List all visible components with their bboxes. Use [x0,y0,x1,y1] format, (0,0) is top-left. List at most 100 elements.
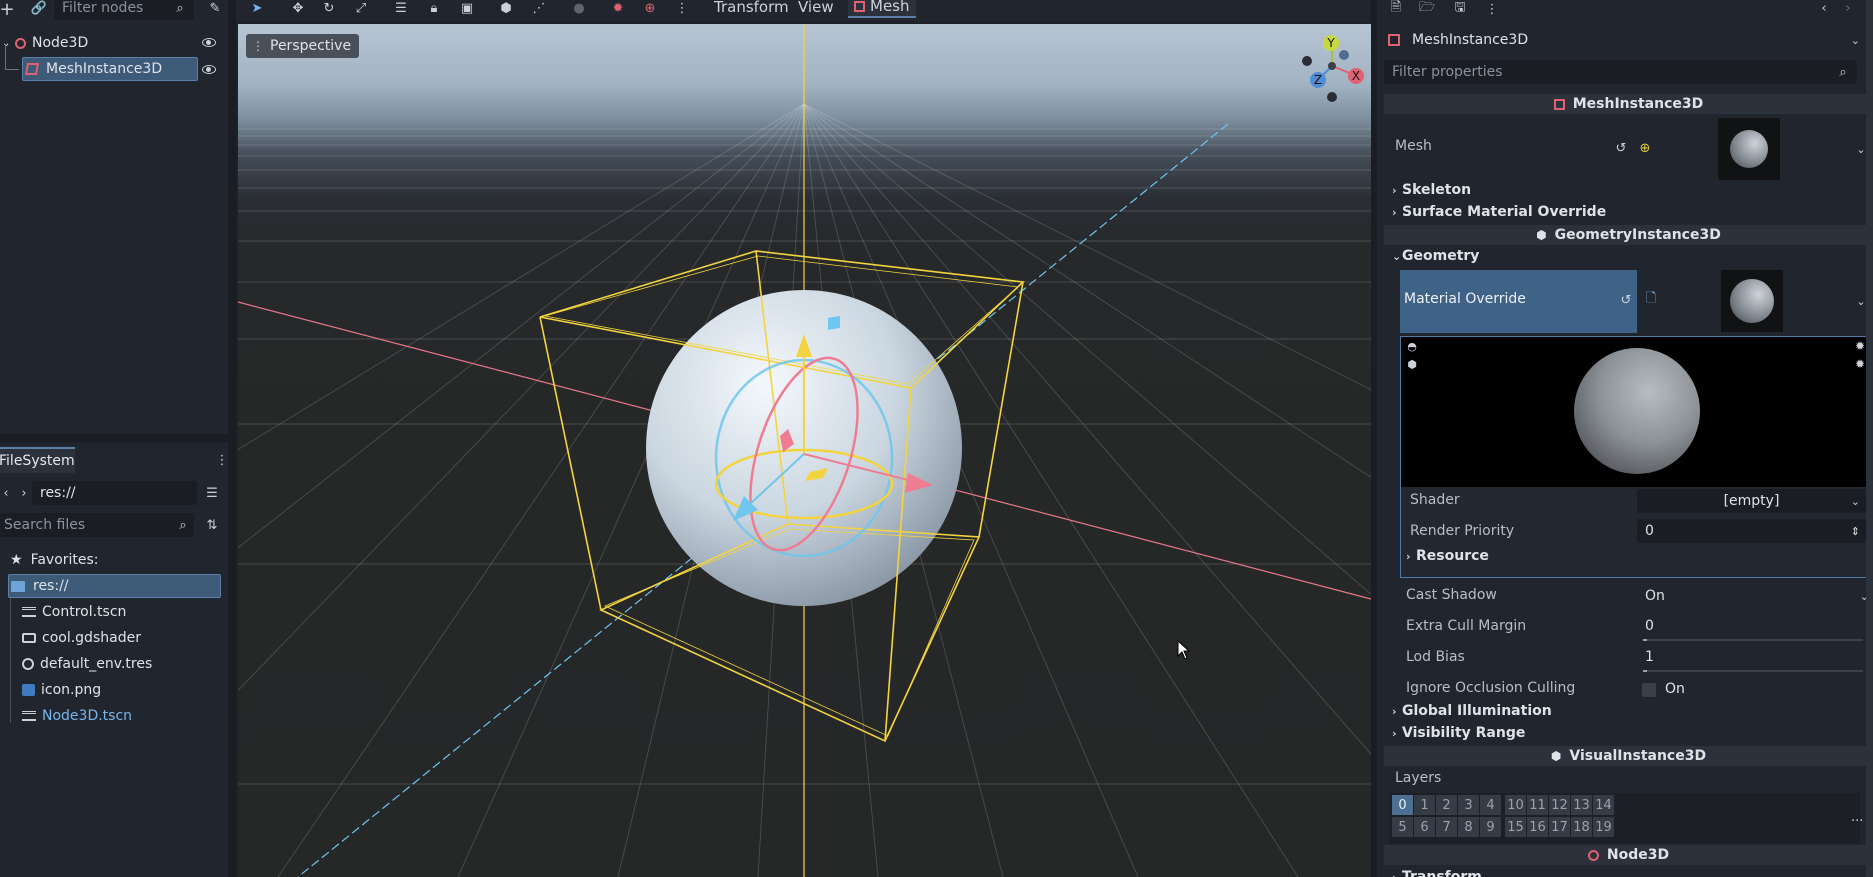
history-back-icon[interactable]: ‹ [1813,0,1835,19]
inspector-scrollbar[interactable] [1866,0,1873,877]
mesh-menu[interactable]: Mesh [848,0,916,18]
save-icon[interactable]: 🖫 [1449,0,1471,20]
transform-menu[interactable]: Transform [714,0,789,16]
axis-gizmo[interactable]: Y X Z [1296,32,1368,108]
layer-cell[interactable]: 15 [1505,817,1526,837]
object-selector[interactable]: MeshInstance3D ⌄ [1384,28,1864,52]
layer-cell[interactable]: 13 [1571,795,1592,815]
layer-cell[interactable]: 0 [1392,795,1413,815]
section-node3d[interactable]: Node3D [1384,845,1873,865]
layer-cell[interactable]: 6 [1414,817,1435,837]
render-priority-spinbox[interactable]: 0 ⇕ [1637,519,1866,543]
group-icon[interactable]: ▣ [458,0,476,16]
resource-file-icon[interactable]: 🗋 [1640,289,1662,311]
more-options-icon[interactable]: ⋮ [1481,0,1503,20]
file-item[interactable]: Node3D.tscn [22,704,132,728]
transform-group[interactable]: ›Transform [1392,869,1482,877]
sun-toggle-icon[interactable]: ✹ [609,0,627,16]
panel-separator[interactable] [1371,0,1377,877]
surface-override-group[interactable]: › Surface Material Override [1392,204,1606,220]
dock-splitter[interactable] [0,434,228,442]
box-shape-icon[interactable]: ⬢ [1405,357,1419,371]
environment-toggle-icon[interactable]: ⊕ [641,0,659,16]
res-root-item[interactable]: res:// [8,574,221,598]
visibility-range-group[interactable]: › Visibility Range [1392,725,1525,741]
scale-tool-icon[interactable]: ⤢ [352,0,370,16]
layer-cell[interactable]: 7 [1436,817,1457,837]
layer-cell[interactable]: 17 [1549,817,1570,837]
visibility-icon[interactable] [202,65,216,74]
layer-cell[interactable]: 16 [1527,817,1548,837]
link-icon[interactable]: 🔗 [28,0,50,19]
layer-cell[interactable]: 8 [1458,817,1479,837]
layer-cell[interactable]: 14 [1593,795,1614,815]
section-visualinstance3d[interactable]: ⬢ VisualInstance3D [1384,746,1873,766]
extra-cull-margin-field[interactable]: 0 [1645,618,1654,634]
file-item[interactable]: icon.png [22,678,101,702]
favorites-item[interactable]: ★ Favorites: [10,548,99,572]
file-search-input[interactable]: Search files [0,513,194,537]
geometry-group[interactable]: ⌄Geometry [1392,248,1479,264]
panel-separator[interactable] [228,0,236,877]
gizmo-y-axis[interactable]: Y [1323,35,1339,51]
perspective-button[interactable]: ⋮ Perspective [246,34,360,58]
view-menu[interactable]: View [798,0,834,16]
skeleton-group[interactable]: › Skeleton [1392,182,1471,198]
layer-cell[interactable]: 5 [1392,817,1413,837]
script-icon[interactable]: ✎ [204,0,226,19]
layer-cell[interactable]: 9 [1480,817,1501,837]
global-illumination-group[interactable]: › Global Illumination [1392,703,1552,719]
path-field[interactable]: res:// [32,481,197,505]
file-item[interactable]: cool.gdshader [22,626,141,650]
more-options-icon[interactable]: ⋮ [673,0,691,16]
material-thumbnail[interactable] [1721,270,1783,332]
tree-item-node3d[interactable]: ⌄ Node3D [0,31,228,55]
revert-icon[interactable]: ↺ [1615,289,1637,311]
gizmo-neg-axis[interactable] [1339,50,1349,60]
layer-cell[interactable]: 4 [1480,795,1501,815]
pin-icon[interactable]: ⊕ [1634,137,1656,159]
property-filter-input[interactable]: Filter properties [1384,60,1857,84]
layer-cell[interactable]: 19 [1593,817,1614,837]
layer-cell[interactable]: 12 [1549,795,1570,815]
rotate-tool-icon[interactable]: ↻ [320,0,338,16]
gizmo-x-axis[interactable]: X [1348,68,1364,84]
open-folder-icon[interactable]: 🗁 [1416,0,1438,20]
layer-cell[interactable]: 11 [1527,795,1548,815]
3d-viewport[interactable]: ⋮ Perspective Y X Z [238,24,1371,877]
select-tool-icon[interactable]: ➤ [248,0,266,16]
layer-cell[interactable]: 10 [1505,795,1526,815]
history-forward-icon[interactable]: › [1837,0,1859,19]
slider-track[interactable] [1643,670,1863,672]
sphere-shape-icon[interactable]: ◓ [1405,339,1419,353]
gizmo-neg-axis[interactable] [1327,92,1337,102]
visibility-icon[interactable] [202,38,216,47]
stepper-icon[interactable]: ⇕ [1851,525,1860,538]
slider-track[interactable] [1643,639,1863,641]
layer-cell[interactable]: 3 [1458,795,1479,815]
layer-cell[interactable]: 1 [1414,795,1435,815]
ignore-occlusion-checkbox[interactable] [1642,683,1656,697]
resource-group[interactable]: › Resource [1406,548,1489,564]
layers-more-button[interactable]: ... [1851,810,1863,825]
gizmo-neg-axis[interactable] [1302,56,1312,66]
cast-shadow-dropdown[interactable]: On ⌄ [1637,584,1873,608]
move-tool-icon[interactable]: ✥ [289,0,307,16]
add-node-icon[interactable]: + [0,0,18,20]
light2-toggle-icon[interactable]: ✹ [1853,357,1867,371]
layer-cell[interactable]: 18 [1571,817,1592,837]
light1-toggle-icon[interactable]: ✹ [1853,339,1867,353]
lod-bias-field[interactable]: 1 [1645,649,1654,665]
split-mode-icon[interactable]: ☰ [201,482,223,504]
file-item[interactable]: default_env.tres [22,652,152,676]
mesh-preview[interactable] [1718,118,1780,180]
section-geometryinstance3d[interactable]: ⬢ GeometryInstance3D [1384,225,1873,245]
section-meshinstance3d[interactable]: MeshInstance3D [1384,94,1873,114]
lock-icon[interactable]: 🔒︎ [425,0,443,16]
local-space-icon[interactable]: ⬢ [497,0,515,16]
snap-icon[interactable]: ⋰ [530,0,548,16]
camera-icon[interactable]: ● [570,0,588,16]
filesystem-tab[interactable]: FileSystem [0,447,75,473]
file-item[interactable]: Control.tscn [22,600,126,624]
revert-icon[interactable]: ↺ [1610,137,1632,159]
